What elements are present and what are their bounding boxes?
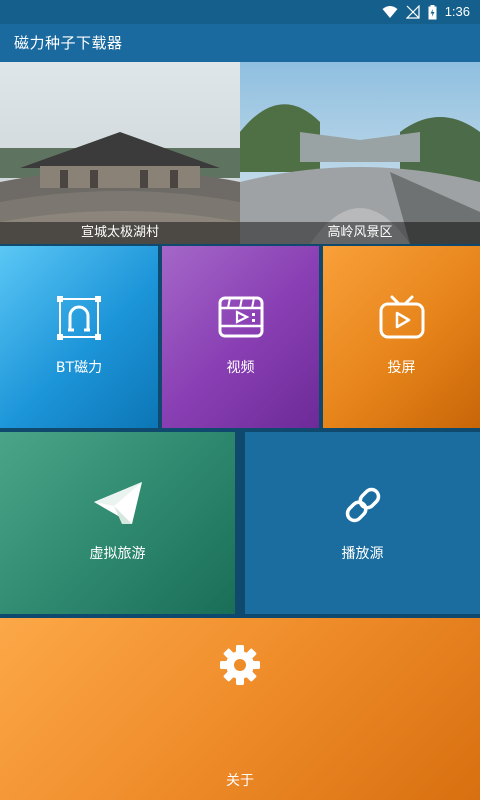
screen-cast-label: 投屏: [387, 360, 416, 376]
battery-charging-icon: [428, 4, 437, 19]
app-bar: 磁力种子下载器: [0, 24, 480, 62]
banner-caption: 宣城太极湖村: [0, 222, 240, 244]
link-icon: [345, 487, 380, 523]
paper-plane-icon: [93, 482, 142, 524]
banner-caption: 高岭风景区: [240, 222, 480, 244]
virtual-tour-tile[interactable]: 虚拟旅游: [0, 432, 235, 614]
wifi-icon: [382, 6, 398, 18]
play-source-label: 播放源: [341, 546, 384, 562]
panorama-image-road: [240, 62, 480, 244]
about-tile[interactable]: 关于: [0, 618, 480, 800]
about-label: 关于: [226, 773, 254, 789]
play-source-tile[interactable]: 播放源: [245, 432, 480, 614]
virtual-tour-label: 虚拟旅游: [89, 546, 146, 562]
tv-play-icon: [379, 295, 424, 339]
app-title: 磁力种子下载器: [14, 34, 123, 52]
no-signal-icon: [405, 5, 420, 19]
banner-taiji-lake-village[interactable]: 宣城太极湖村: [0, 62, 240, 244]
banner-gaoling-scenic[interactable]: 高岭风景区: [240, 62, 480, 244]
bt-magnet-tile[interactable]: BT磁力: [0, 246, 158, 428]
magnet-icon: [57, 296, 101, 340]
video-film-icon: [218, 296, 263, 338]
video-label: 视频: [226, 360, 255, 376]
screen-cast-tile[interactable]: 投屏: [323, 246, 480, 428]
gear-icon: [220, 645, 260, 685]
bt-magnet-label: BT磁力: [55, 360, 103, 376]
video-tile[interactable]: 视频: [162, 246, 319, 428]
panorama-image-temple: [0, 62, 240, 244]
status-time: 1:36: [444, 4, 470, 19]
status-bar: 1:36: [0, 0, 480, 24]
